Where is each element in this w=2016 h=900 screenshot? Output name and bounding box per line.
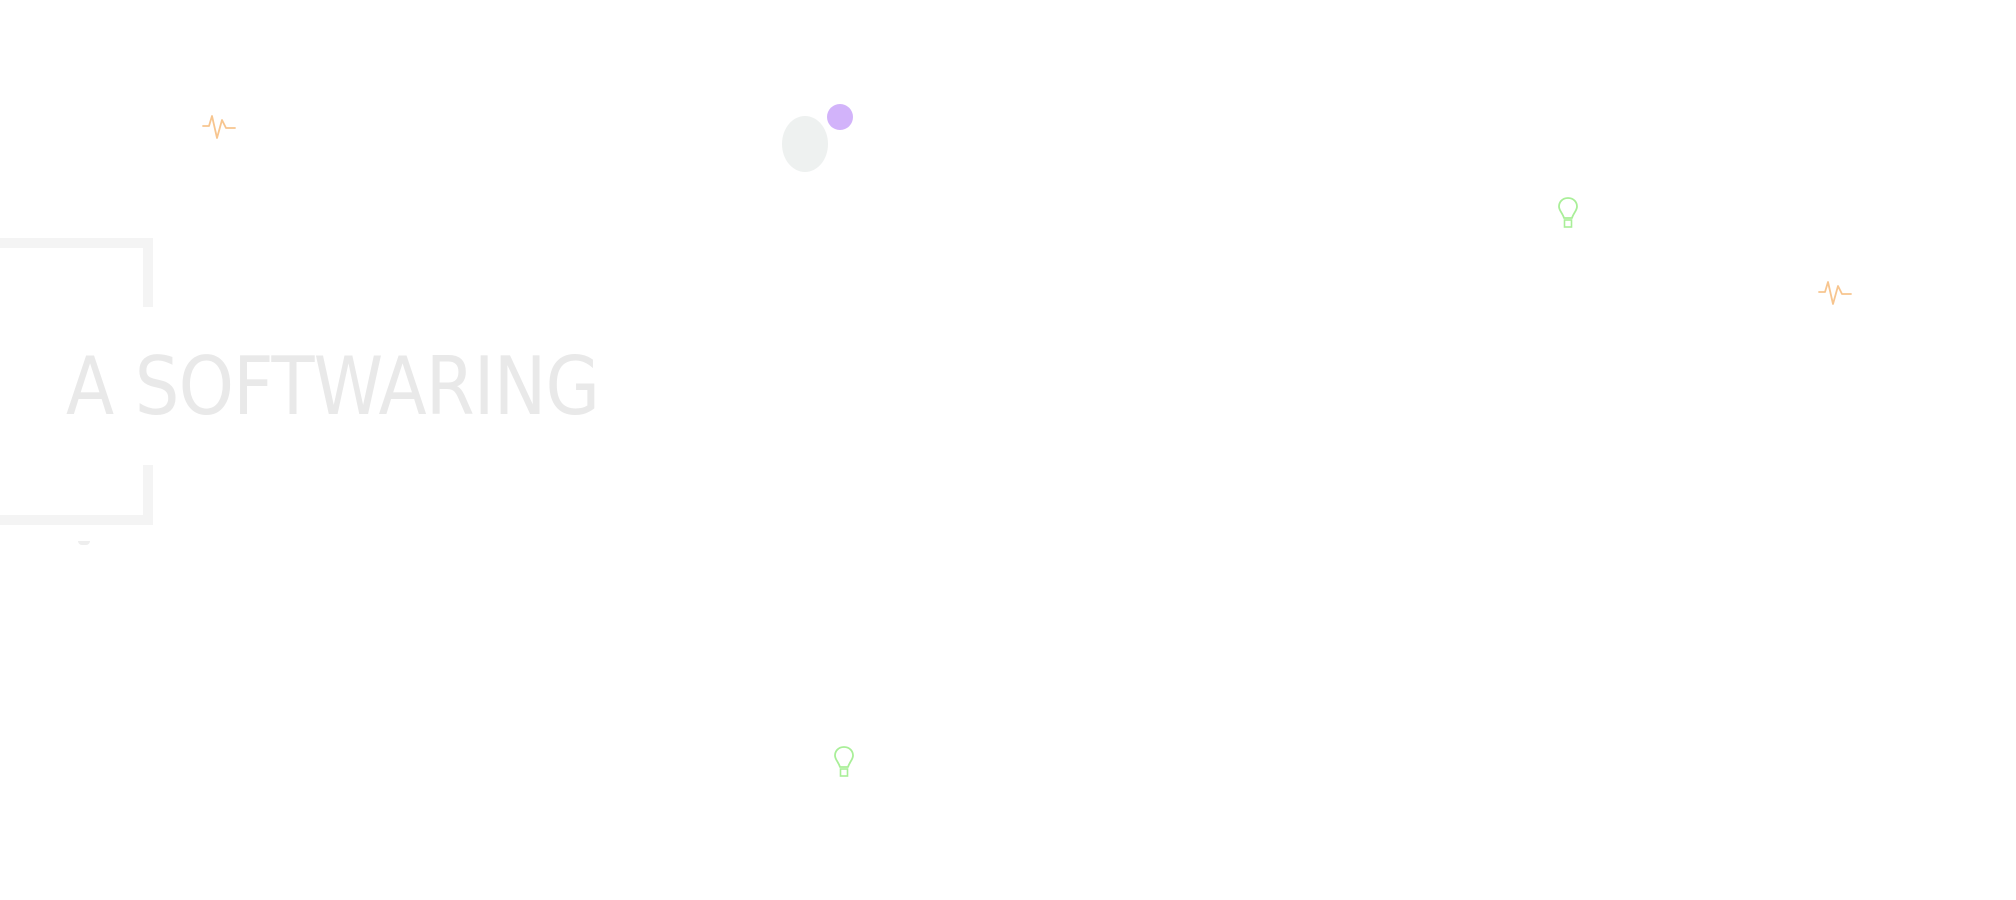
frame-speck — [78, 541, 90, 545]
lightbulb-icon — [834, 746, 854, 777]
lightbulb-icon — [1558, 197, 1578, 228]
headline-text: A SOFTWARING — [66, 340, 600, 433]
pulse-icon — [202, 115, 236, 139]
grey-oval-shape — [782, 116, 828, 172]
pulse-icon — [1818, 281, 1852, 305]
page-canvas: A SOFTWARING — [0, 0, 2016, 900]
purple-dot-shape — [827, 104, 853, 130]
